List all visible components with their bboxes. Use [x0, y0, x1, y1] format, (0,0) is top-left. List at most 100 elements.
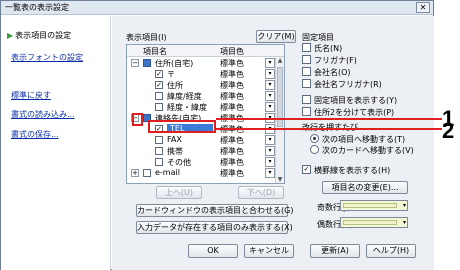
row-color-value: 標準色 [220, 147, 244, 156]
show-only-with-data-button[interactable]: 入力データが存在する項目のみ表示する(X) [136, 221, 293, 234]
chevron-down-icon[interactable]: ▾ [265, 135, 275, 145]
grid-lines-checkbox[interactable]: ✓ [302, 165, 311, 174]
row-checkbox[interactable] [155, 147, 163, 155]
row-color-value: 標準色 [220, 158, 244, 167]
even-row-swatch [343, 220, 397, 225]
row-name: 緯度/経度 [167, 92, 202, 101]
row-name: 〒 [167, 70, 175, 79]
expand-icon[interactable]: + [131, 169, 139, 177]
tree-scrollbar[interactable]: ▲ ▼ [275, 57, 284, 183]
radio-next-field-label: 次の項目へ移動する(T) [322, 135, 406, 144]
chevron-down-icon: ▾ [402, 202, 406, 209]
field-name-change-button[interactable]: 項目名の変更(E)... [322, 181, 408, 194]
move-down-button[interactable]: 下へ(D) [238, 186, 284, 199]
chevron-down-icon[interactable]: ▾ [265, 157, 275, 167]
nav-link-reset-default[interactable]: 標準に戻す [11, 90, 51, 101]
tree-row[interactable]: ✓ 〒 標準色 ▾ [127, 69, 284, 79]
row-name: その他 [167, 158, 191, 167]
row-color-value: 標準色 [220, 92, 244, 101]
cancel-button[interactable]: キャンセル [244, 244, 294, 258]
fixed-item-label: 固定項目を表示する(Y) [314, 96, 398, 105]
row-checkbox[interactable] [155, 92, 163, 100]
nav-link-load-format[interactable]: 書式の読み込み... [11, 109, 75, 120]
fixed-items-label: 固定項目 [302, 33, 334, 42]
chevron-down-icon[interactable]: ▾ [265, 102, 275, 112]
row-color-value: 標準色 [220, 70, 244, 79]
fixed-item-label: 会社名フリガナ(R) [314, 80, 382, 89]
display-settings-dialog: 一覧表の表示設定 ✕ ▶ 表示項目の設定 表示フォントの設定 標準に戻す 書式の読… [0, 0, 434, 270]
green-triangle-icon: ▶ [7, 31, 14, 40]
scroll-up-icon[interactable]: ▲ [276, 57, 284, 65]
tree-row[interactable]: FAX 標準色 ▾ [127, 135, 284, 145]
fixed-item-label: フリガナ(F) [314, 56, 357, 65]
fixed-item-label: 会社名(O) [314, 68, 351, 77]
column-header-name: 項目名 [143, 47, 167, 56]
nav-item-label: 表示項目の設定 [15, 31, 72, 40]
row-name: 住所 [167, 81, 183, 90]
odd-row-swatch [343, 203, 397, 208]
tree-row[interactable]: 携帯 標準色 ▾ [127, 146, 284, 156]
grid-lines-label: 横罫線を表示する(H) [314, 166, 391, 175]
row-color-value: 標準色 [220, 136, 244, 145]
update-button[interactable]: 更新(A) [310, 244, 360, 258]
collapse-icon[interactable]: − [131, 59, 139, 67]
callout-line-1 [216, 118, 442, 120]
callout-number-2: 2 [442, 118, 455, 143]
settings-main-panel: 表示項目(I) クリア(M) 項目名 項目色 − 住所(自宅) 標準色 ▾ ✓ 〒標準色 ▾… [112, 16, 434, 270]
nav-link-save-format[interactable]: 書式の保存... [11, 129, 59, 140]
tree-header: 項目名 項目色 [127, 45, 284, 57]
chevron-down-icon[interactable]: ▾ [265, 58, 275, 68]
tree-row[interactable]: 経度・緯度 標準色 ▾ [127, 102, 284, 112]
match-card-window-button[interactable]: カードウィンドウの表示項目と合わせる(G) [136, 204, 293, 217]
chevron-down-icon[interactable]: ▾ [265, 80, 275, 90]
tree-row[interactable]: 緯度/経度 標準色 ▾ [127, 91, 284, 101]
row-name: 住所(自宅) [155, 59, 194, 68]
clear-button[interactable]: クリア(M) [256, 30, 296, 43]
row-name: 携帯 [167, 147, 183, 156]
odd-row-color-picker[interactable]: ▾ [340, 200, 408, 211]
row-checkbox[interactable] [143, 59, 151, 67]
fixed-item-checkbox[interactable] [302, 43, 311, 52]
title-bar: 一覧表の表示設定 ✕ [1, 1, 433, 15]
scroll-down-icon[interactable]: ▼ [276, 176, 284, 183]
row-checkbox[interactable] [155, 103, 163, 111]
window-title: 一覧表の表示設定 [5, 3, 69, 12]
radio-next-field[interactable] [310, 134, 319, 143]
callout-line-2 [216, 128, 442, 130]
move-up-button[interactable]: 上へ(U) [156, 186, 202, 199]
fields-label: 表示項目(I) [126, 33, 167, 42]
fixed-item-checkbox[interactable] [302, 107, 311, 116]
chevron-down-icon[interactable]: ▾ [265, 69, 275, 79]
even-row-color-picker[interactable]: ▾ [340, 217, 408, 228]
row-checkbox[interactable]: ✓ [155, 70, 163, 78]
fixed-item-label: 住所2を分けて表示(P) [314, 108, 395, 117]
row-checkbox[interactable] [155, 136, 163, 144]
row-name: 経度・緯度 [167, 103, 207, 112]
row-checkbox[interactable] [155, 158, 163, 166]
fields-tree[interactable]: 項目名 項目色 − 住所(自宅) 標準色 ▾ ✓ 〒標準色 ▾ ✓ 住所 標準色 ▾ 緯度/経度 標準色… [126, 44, 285, 184]
nav-item-display-fields[interactable]: ▶ 表示項目の設定 [7, 30, 71, 41]
chevron-down-icon: ▾ [402, 219, 406, 226]
tree-row[interactable]: + e-mail 標準色 ▾ [127, 168, 284, 178]
callout-box-tel [148, 120, 216, 133]
fixed-item-checkbox[interactable] [302, 55, 311, 64]
fixed-item-checkbox[interactable] [302, 67, 311, 76]
nav-link-font-settings[interactable]: 表示フォントの設定 [11, 52, 83, 63]
radio-next-card[interactable] [310, 145, 319, 154]
row-checkbox[interactable] [143, 169, 151, 177]
close-button[interactable]: ✕ [416, 2, 430, 13]
tree-row[interactable]: ✓ 住所 標準色 ▾ [127, 80, 284, 90]
ok-button[interactable]: OK [188, 244, 238, 258]
help-button[interactable]: ヘルプ(H) [366, 244, 416, 258]
row-color-value: 標準色 [220, 59, 244, 68]
chevron-down-icon[interactable]: ▾ [265, 146, 275, 156]
fixed-item-checkbox[interactable] [302, 95, 311, 104]
chevron-down-icon[interactable]: ▾ [265, 91, 275, 101]
fixed-item-checkbox[interactable] [302, 79, 311, 88]
tree-row[interactable]: − 住所(自宅) 標準色 ▾ [127, 58, 284, 68]
tree-row[interactable]: その他 標準色 ▾ [127, 157, 284, 167]
row-checkbox[interactable]: ✓ [155, 81, 163, 89]
chevron-down-icon[interactable]: ▾ [265, 168, 275, 178]
row-name: FAX [167, 135, 182, 144]
row-color-value: 標準色 [220, 103, 244, 112]
